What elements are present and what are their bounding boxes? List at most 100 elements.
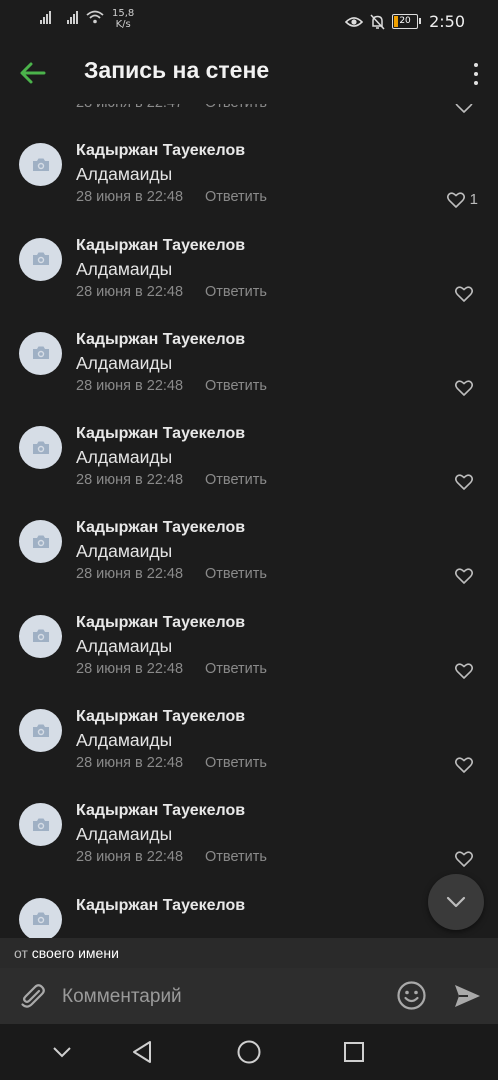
reply-button[interactable]: Ответить (205, 566, 267, 582)
triangle-back-icon (133, 1041, 151, 1063)
network-speed: 15,8 K/s (112, 8, 135, 30)
post-as-owner[interactable]: своего имени (32, 945, 119, 961)
comment-item: Кадыржан Тауекелов Алдамаиды 28 июня в 22:… (0, 323, 498, 417)
camera-icon (32, 912, 49, 926)
heart-icon (455, 568, 473, 585)
like-button[interactable] (455, 851, 478, 868)
like-button[interactable] (455, 568, 478, 585)
smile-icon (397, 981, 426, 1010)
page-title: Запись на стене (84, 57, 270, 83)
reply-button[interactable]: Ответить (205, 472, 267, 488)
comment-item: Кадыржан Тауекелов Алдамаиды 28 июня в 22:… (0, 794, 498, 888)
heart-icon (455, 380, 473, 396)
comment-date: 28 июня в 22:48 (76, 377, 184, 394)
reply-button[interactable]: Ответить (205, 849, 267, 865)
comment-item: Кадыржан Тауекелов Алдамаиды 28 июня в 22:… (0, 134, 498, 228)
comment-text: Алдамаиды (76, 258, 173, 279)
avatar[interactable] (19, 520, 62, 564)
comment-item: Кадыржан Тауекелов Алдамаиды 28 июня в 22:… (0, 700, 498, 794)
comment-item: Кадыржан Тауекелов Алдамаиды 28 июня в 22:… (0, 229, 498, 323)
comment-author[interactable]: Кадыржан Тауекелов (76, 331, 245, 349)
comment-date: 28 июня в 22:48 (76, 755, 184, 772)
like-button[interactable] (455, 663, 478, 679)
camera-icon (32, 441, 49, 454)
camera-icon (32, 724, 49, 737)
comment-author[interactable]: Кадыржан Тауекелов (76, 425, 245, 443)
status-bar: 15,8 K/s 20 2:50 (0, 0, 498, 42)
comment-date: 28 июня в 22:47 (76, 104, 183, 111)
nav-home-button[interactable] (235, 1038, 263, 1066)
avatar[interactable] (19, 331, 62, 375)
system-nav-bar (0, 1024, 498, 1080)
avatar[interactable] (19, 803, 62, 847)
paperclip-icon (21, 984, 45, 1008)
heart-icon (446, 192, 465, 208)
comment-author[interactable]: Кадыржан Тауекелов (76, 519, 245, 537)
avatar[interactable] (19, 897, 62, 938)
heart-icon (455, 757, 473, 773)
comment-text: Алдамаиды (76, 352, 173, 373)
scroll-down-button[interactable] (428, 874, 484, 930)
eye-icon (345, 16, 364, 27)
like-button[interactable] (455, 380, 478, 396)
more-options-button[interactable] (470, 63, 482, 85)
chevron-down-icon (446, 896, 466, 908)
post-as-selector[interactable]: от своего имени (0, 938, 498, 968)
comment-text: Алдамаиды (76, 635, 173, 656)
arrow-left-icon (20, 62, 46, 84)
like-button[interactable]: 1 (446, 191, 478, 208)
comment-author[interactable]: Кадыржан Тауекелов (76, 614, 245, 632)
reply-button[interactable]: Ответить (205, 378, 267, 394)
comment-author[interactable]: Кадыржан Тауекелов (76, 802, 245, 820)
nav-recents-button[interactable] (340, 1038, 368, 1066)
camera-icon (32, 252, 49, 266)
avatar[interactable] (19, 709, 62, 753)
like-button[interactable] (455, 757, 478, 773)
comment-author[interactable]: Кадыржан Тауекелов (76, 142, 245, 160)
avatar[interactable] (19, 426, 62, 470)
comment-text: Алдамаиды (76, 541, 173, 562)
heart-icon (455, 663, 473, 679)
comments-list[interactable]: Кадыржан Тауекелов Алдамаиды 28 июня в 22:… (0, 104, 498, 938)
compose-bar (0, 968, 498, 1024)
circle-home-icon (237, 1040, 261, 1064)
send-icon (455, 985, 480, 1007)
avatar[interactable] (19, 237, 62, 281)
reply-button[interactable]: Ответить (205, 284, 267, 300)
like-button[interactable] (455, 474, 478, 490)
comment-author[interactable]: Кадыржан Тауекелов (76, 237, 245, 255)
comment-date: 28 июня в 22:48 (76, 660, 184, 677)
like-button[interactable] (455, 286, 478, 302)
app-bar: Запись на стене (0, 42, 498, 104)
emoji-button[interactable] (396, 980, 427, 1011)
heart-icon (455, 474, 473, 490)
comment-text: Алдамаиды (76, 447, 173, 468)
comment-text: Алдамаиды (76, 824, 173, 845)
nav-back-button[interactable] (128, 1038, 156, 1066)
heart-icon (455, 851, 473, 868)
comment-author[interactable]: Кадыржан Тауекелов (76, 708, 245, 726)
reply-button[interactable]: Ответить (205, 104, 267, 111)
reply-button[interactable]: Ответить (205, 189, 267, 205)
wifi-icon (86, 10, 104, 24)
like-button[interactable] (455, 104, 478, 113)
avatar[interactable] (19, 143, 62, 187)
send-button[interactable] (452, 981, 482, 1011)
attach-button[interactable] (18, 981, 48, 1011)
comment-item: Кадыржан Тауекелов Алдамаиды 28 июня в 22:… (0, 606, 498, 700)
bell-off-icon (370, 13, 385, 30)
comment-input[interactable] (60, 978, 384, 1016)
comment-item: Кадыржан Тауекелов Алдамаиды 28 июня в 22:… (0, 511, 498, 605)
chevron-down-icon (53, 1047, 71, 1058)
nav-hide-button[interactable] (48, 1038, 76, 1066)
reply-button[interactable]: Ответить (205, 661, 267, 677)
battery-icon: 20 (392, 14, 422, 29)
camera-icon (32, 346, 49, 360)
comment-author[interactable]: Кадыржан Тауекелов (76, 897, 245, 915)
comment-date: 28 июня в 22:48 (76, 189, 184, 206)
square-recents-icon (344, 1042, 364, 1062)
avatar[interactable] (19, 614, 62, 658)
back-button[interactable] (16, 56, 50, 90)
reply-button[interactable]: Ответить (205, 755, 267, 771)
signal-icon (67, 10, 78, 24)
